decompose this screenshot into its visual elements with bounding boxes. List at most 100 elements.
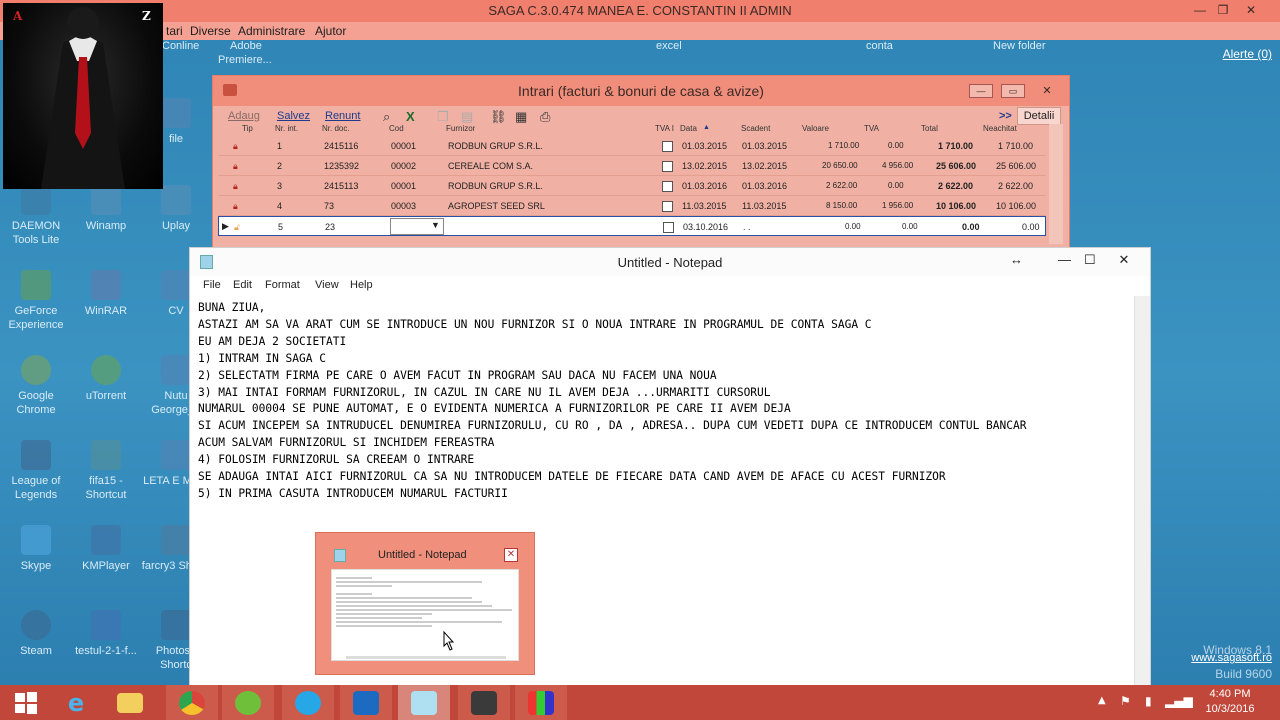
- text-line: 3) MAI INTAI FORMAM FURNIZORUL, IN CAZUL…: [198, 385, 771, 399]
- action-center-icon[interactable]: ⚑: [1120, 694, 1131, 708]
- desktop-icon-utorrent[interactable]: uTorrent: [70, 355, 142, 403]
- maximize-button[interactable]: ❐: [1209, 0, 1237, 20]
- cod-dropdown[interactable]: ▼: [390, 218, 444, 235]
- col-valoare[interactable]: Valoare: [802, 124, 829, 133]
- volume-icon[interactable]: 🔈︎: [1186, 694, 1193, 709]
- show-hidden-icons-icon[interactable]: ▲: [1098, 695, 1106, 706]
- notepad-text-area[interactable]: BUNA ZIUA, ASTAZI AM SA VA ARAT CUM SE IN…: [198, 300, 1128, 503]
- renunt-button[interactable]: Renunt: [325, 110, 360, 122]
- cell-valoare: 20 650.00: [822, 161, 858, 170]
- menu-ajutor[interactable]: Ajutor: [315, 24, 346, 38]
- system-clock[interactable]: 4:40 PM 10/3/2016: [1200, 687, 1260, 717]
- table-row[interactable]: 🔒︎ 3 2415113 00001 RODBUN GRUP S.R.L. 01…: [218, 176, 1046, 196]
- excel-export-icon[interactable]: X: [406, 109, 415, 124]
- desktop-icon-steam[interactable]: Steam: [0, 610, 72, 658]
- document-icon: [161, 440, 191, 470]
- desktop-icon-fifa15[interactable]: fifa15 - Shortcut: [70, 440, 142, 502]
- table-row[interactable]: 🔒︎ 1 2415116 00001 RODBUN GRUP S.R.L. 01…: [218, 136, 1046, 156]
- tva-checkbox[interactable]: [662, 141, 673, 152]
- taskbar-file-explorer[interactable]: [104, 685, 156, 720]
- salvez-button[interactable]: Salvez: [277, 110, 310, 122]
- calculator-icon[interactable]: ▦: [515, 109, 527, 125]
- detalii-button[interactable]: Detalii: [1017, 107, 1061, 125]
- close-button[interactable]: ✕: [1110, 252, 1138, 268]
- desktop-icon-testul[interactable]: testul-2-1-f...: [70, 610, 142, 658]
- battery-icon[interactable]: ▮: [1145, 694, 1152, 708]
- taskbar-internet-explorer[interactable]: e: [50, 685, 102, 720]
- menu-edit[interactable]: Edit: [233, 279, 252, 291]
- taskbar-teamviewer[interactable]: [340, 685, 392, 720]
- minimize-button[interactable]: —: [969, 84, 993, 98]
- taskbar-hypercam[interactable]: [458, 685, 510, 720]
- desktop-icon-chrome[interactable]: Google Chrome: [0, 355, 72, 417]
- menu-view[interactable]: View: [315, 279, 339, 291]
- alerts-link[interactable]: Alerte (0): [1223, 47, 1272, 61]
- print-icon[interactable]: ⎙: [540, 109, 550, 125]
- cell-total: 10 106.00: [936, 201, 977, 211]
- taskbar-skype[interactable]: [282, 685, 334, 720]
- desktop-icon-winrar[interactable]: WinRAR: [70, 270, 142, 318]
- col-nr-doc[interactable]: Nr. doc.: [322, 124, 350, 133]
- minimize-button[interactable]: —: [1058, 252, 1071, 267]
- col-scadent[interactable]: Scadent: [741, 124, 770, 133]
- text-line: BUNA ZIUA,: [198, 301, 266, 314]
- app-icon: [223, 84, 237, 96]
- tva-checkbox[interactable]: [662, 201, 673, 212]
- desktop-icon-geforce[interactable]: GeForce Experience: [0, 270, 72, 332]
- desktop-icon-uplay[interactable]: Uplay: [140, 185, 212, 233]
- close-button[interactable]: ✕: [1035, 84, 1059, 98]
- adaug-button[interactable]: Adaug: [228, 110, 260, 122]
- binoculars-icon[interactable]: ⌕: [383, 109, 390, 125]
- menu-diverse[interactable]: Diverse: [190, 24, 231, 38]
- taskbar-thumbnail[interactable]: Untitled - Notepad ✕: [315, 532, 535, 675]
- tva-checkbox[interactable]: [663, 222, 674, 233]
- taskbar-utorrent[interactable]: [222, 685, 274, 720]
- col-nr-int[interactable]: Nr. int.: [275, 124, 298, 133]
- col-tip[interactable]: Tip: [242, 124, 253, 133]
- col-neachitat[interactable]: Neachitat: [983, 124, 1017, 133]
- copy-icon[interactable]: ❐: [437, 109, 449, 125]
- cell-tva: 1 956.00: [882, 201, 914, 210]
- menu-file[interactable]: File: [203, 279, 221, 291]
- paste-icon[interactable]: ▤: [461, 109, 473, 125]
- start-button[interactable]: [0, 685, 52, 720]
- table-row[interactable]: 🔒︎ 2 1235392 00002 CEREALE COM S.A. 13.0…: [218, 156, 1046, 176]
- notepad-titlebar: Untitled - Notepad ↔ — ☐ ✕: [190, 248, 1150, 276]
- desktop-icon-league[interactable]: League of Legends: [0, 440, 72, 502]
- col-data[interactable]: Data: [680, 124, 697, 133]
- utorrent-icon: [235, 690, 261, 715]
- tva-checkbox[interactable]: [662, 161, 673, 172]
- close-button[interactable]: ✕: [1237, 0, 1265, 20]
- col-tva-i[interactable]: TVA I: [655, 124, 674, 133]
- col-tva[interactable]: TVA: [864, 124, 879, 133]
- tva-checkbox[interactable]: [662, 181, 673, 192]
- link-icon[interactable]: ⛓: [490, 109, 507, 125]
- col-total[interactable]: Total: [921, 124, 938, 133]
- maximize-button[interactable]: ☐: [1084, 252, 1096, 268]
- col-furnizor[interactable]: Furnizor: [446, 124, 475, 133]
- thumbnail-close-button[interactable]: ✕: [504, 548, 518, 562]
- desktop-icon-kmplayer[interactable]: KMPlayer: [70, 525, 142, 573]
- grid-scrollbar[interactable]: [1049, 124, 1063, 244]
- taskbar-saga[interactable]: [515, 685, 567, 720]
- desktop-icon-winamp[interactable]: Winamp: [70, 185, 142, 233]
- clock-date: 10/3/2016: [1205, 703, 1255, 715]
- menu-help[interactable]: Help: [350, 279, 373, 291]
- col-cod[interactable]: Cod: [389, 124, 404, 133]
- menu-administrare[interactable]: Administrare: [238, 24, 305, 38]
- notepad-scrollbar[interactable]: [1134, 296, 1150, 688]
- desktop-icon-skype[interactable]: Skype: [0, 525, 72, 573]
- cell-total: 0.00: [962, 222, 980, 232]
- maximize-button[interactable]: ▭: [1001, 84, 1025, 98]
- taskbar-notepad[interactable]: [398, 685, 450, 720]
- hypercam-icon: [471, 690, 497, 715]
- menu-tari[interactable]: tari: [166, 24, 183, 38]
- table-row-editing[interactable]: ▶ 🔓︎ 5 23 ▼ 03.10.2016 . . 0.00 0.00 0.0…: [218, 216, 1046, 236]
- taskbar-chrome[interactable]: [166, 685, 218, 720]
- desktop-icon-daemon-tools[interactable]: DAEMON Tools Lite: [0, 185, 72, 247]
- table-row[interactable]: 🔒︎ 4 73 00003 AGROPEST SEED SRL 11.03.20…: [218, 196, 1046, 216]
- more-button[interactable]: >>: [999, 110, 1012, 122]
- taskbar: e ▲ ⚑ ▮ ▂▄▆ 🔈︎ 4:40 PM 10/3/2016: [0, 685, 1280, 720]
- cell-tva: 0.00: [888, 141, 904, 150]
- menu-format[interactable]: Format: [265, 279, 300, 291]
